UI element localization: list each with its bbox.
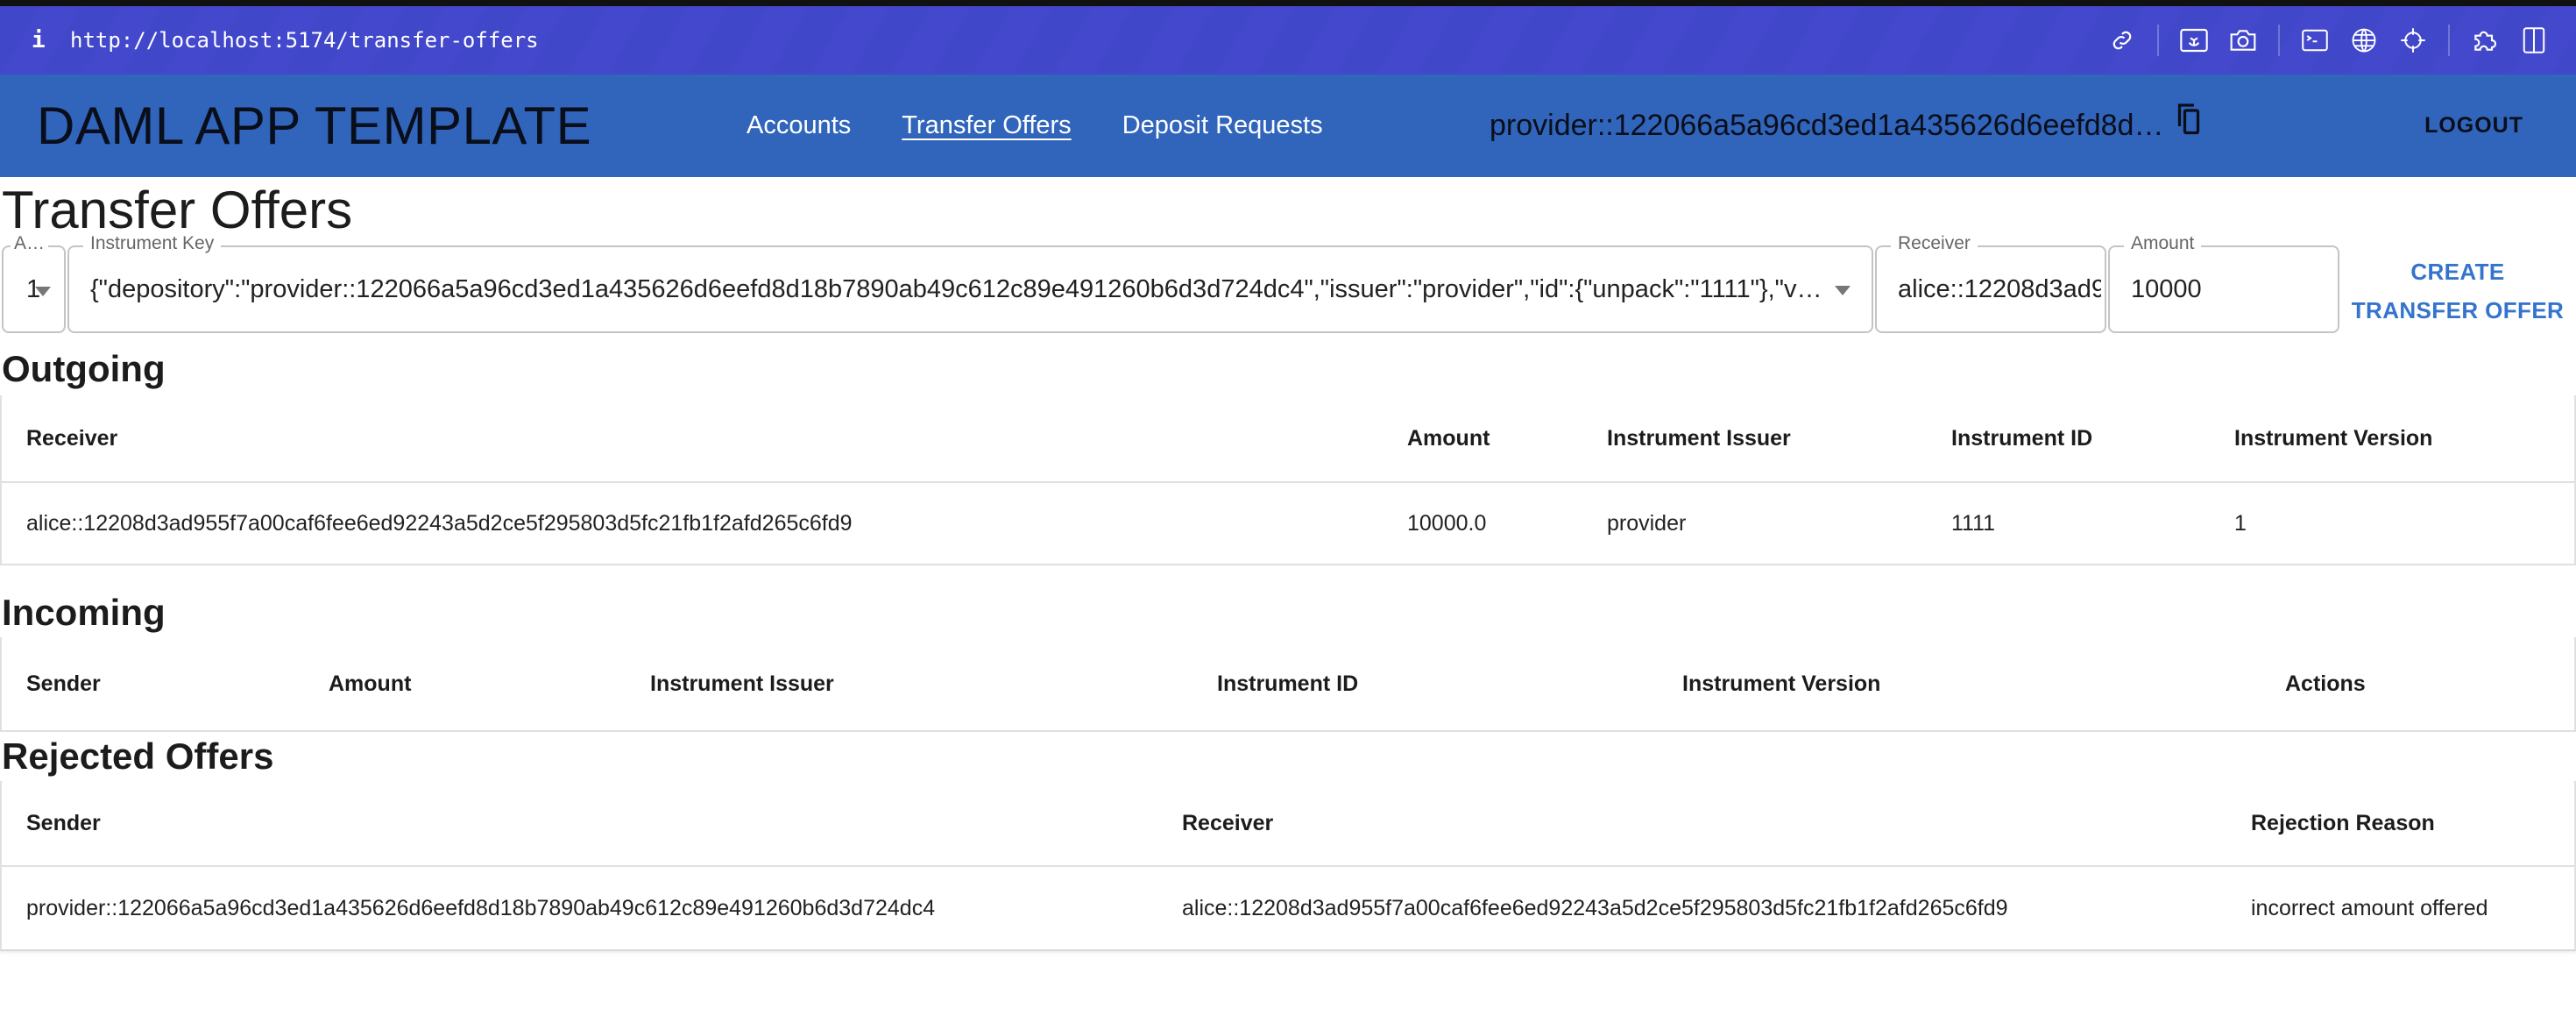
table-row: provider::122066a5a96cd3ed1a435626d6eefd… (2, 867, 2574, 949)
app-brand: DAML APP TEMPLATE (37, 96, 592, 155)
camera-icon[interactable] (2219, 16, 2268, 65)
instrument-key-select[interactable]: Instrument Key {"depository":"provider::… (67, 233, 1873, 333)
column-header: Sender (26, 671, 101, 696)
column-header: Instrument Issuer (1607, 425, 1791, 451)
app-bar: DAML APP TEMPLATE Accounts Transfer Offe… (0, 75, 2576, 177)
incoming-title: Incoming (2, 592, 166, 633)
column-header: Receiver (26, 425, 118, 451)
link-icon[interactable] (2098, 16, 2147, 65)
column-header: Receiver (1182, 810, 1274, 835)
crosshair-icon[interactable] (2388, 16, 2438, 65)
create-transfer-form: A… 1 Instrument Key {"depository":"provi… (0, 233, 2576, 336)
column-header: Sender (26, 810, 101, 835)
main-nav: Accounts Transfer Offers Deposit Request… (747, 75, 1323, 177)
globe-icon[interactable] (2339, 16, 2388, 65)
rejection-reason-cell: incorrect amount offered (2251, 895, 2488, 920)
instrument-id-cell: 1111 (1951, 510, 1996, 536)
info-icon[interactable]: i (32, 27, 54, 53)
window-top-strip (0, 0, 2576, 6)
rejected-offers-table: Sender Receiver Rejection Reason provide… (0, 781, 2576, 951)
nav-transfer-offers[interactable]: Transfer Offers (902, 111, 1071, 140)
receiver-input[interactable]: Receiver alice::12208d3ad955f7a00caf6fee… (1875, 233, 2106, 333)
instrument-issuer-cell: provider (1607, 510, 1687, 536)
browser-toolbar-icons (2098, 6, 2558, 75)
column-header: Amount (329, 671, 412, 696)
amount-value: 10000 (2131, 274, 2202, 303)
chevron-down-icon (35, 287, 51, 296)
table-row: alice::12208d3ad955f7a00caf6fee6ed92243a… (2, 483, 2574, 565)
column-header: Actions (2285, 671, 2366, 696)
outgoing-title: Outgoing (2, 348, 166, 389)
amount-input[interactable]: Amount 10000 (2108, 233, 2339, 333)
toolbar-divider (2278, 25, 2280, 56)
logout-button[interactable]: LOGOUT (2424, 75, 2523, 177)
nav-deposit-requests[interactable]: Deposit Requests (1122, 111, 1323, 140)
outgoing-table: Receiver Amount Instrument Issuer Instru… (0, 395, 2576, 565)
column-header: Amount (1407, 425, 1490, 451)
address-bar[interactable]: http://localhost:5174/transfer-offers (70, 28, 539, 53)
amount-cell: 10000.0 (1407, 510, 1487, 536)
column-header: Rejection Reason (2251, 810, 2435, 835)
column-header: Instrument Issuer (650, 671, 834, 696)
terminal-icon[interactable] (2290, 16, 2339, 65)
party-id: provider::122066a5a96cd3ed1a435626d6eefd… (1490, 109, 2164, 142)
receiver-cell: alice::12208d3ad955f7a00caf6fee6ed92243a… (26, 510, 853, 536)
incoming-table: Sender Amount Instrument Issuer Instrume… (0, 637, 2576, 732)
column-header: Instrument ID (1951, 425, 2093, 451)
create-transfer-offer-button[interactable]: CREATE TRANSFER OFFER (2348, 252, 2567, 330)
puzzle-icon[interactable] (2460, 16, 2509, 65)
page-content: Transfer Offers A… 1 Instrument Key {"de… (0, 177, 2576, 951)
image-icon[interactable] (2169, 16, 2219, 65)
toolbar-divider (2157, 25, 2159, 56)
table-header-row: Sender Receiver Rejection Reason (2, 781, 2574, 867)
toolbar-divider (2448, 25, 2450, 56)
column-header: Instrument ID (1217, 671, 1359, 696)
split-view-icon[interactable] (2509, 16, 2558, 65)
table-header-row: Receiver Amount Instrument Issuer Instru… (2, 395, 2574, 483)
receiver-cell: alice::12208d3ad955f7a00caf6fee6ed92243a… (1182, 895, 2008, 920)
account-select[interactable]: A… 1 (2, 233, 66, 333)
chevron-down-icon (1835, 286, 1851, 295)
column-header: Instrument Version (2234, 425, 2433, 451)
sender-cell: provider::122066a5a96cd3ed1a435626d6eefd… (26, 895, 936, 920)
table-header-row: Sender Amount Instrument Issuer Instrume… (2, 637, 2574, 732)
rejected-offers-title: Rejected Offers (2, 735, 274, 777)
instrument-version-cell: 1 (2234, 510, 2247, 536)
column-header: Instrument Version (1682, 671, 1881, 696)
receiver-value: alice::12208d3ad955f7a00caf6fee6ed92243a… (1898, 274, 2101, 303)
nav-accounts[interactable]: Accounts (747, 111, 851, 140)
current-party: provider::122066a5a96cd3ed1a435626d6eefd… (1490, 75, 2202, 177)
instrument-key-value: {"depository":"provider::122066a5a96cd3e… (90, 274, 1819, 303)
copy-icon[interactable] (2176, 101, 2202, 140)
browser-toolbar: i http://localhost:5174/transfer-offers (0, 6, 2576, 75)
